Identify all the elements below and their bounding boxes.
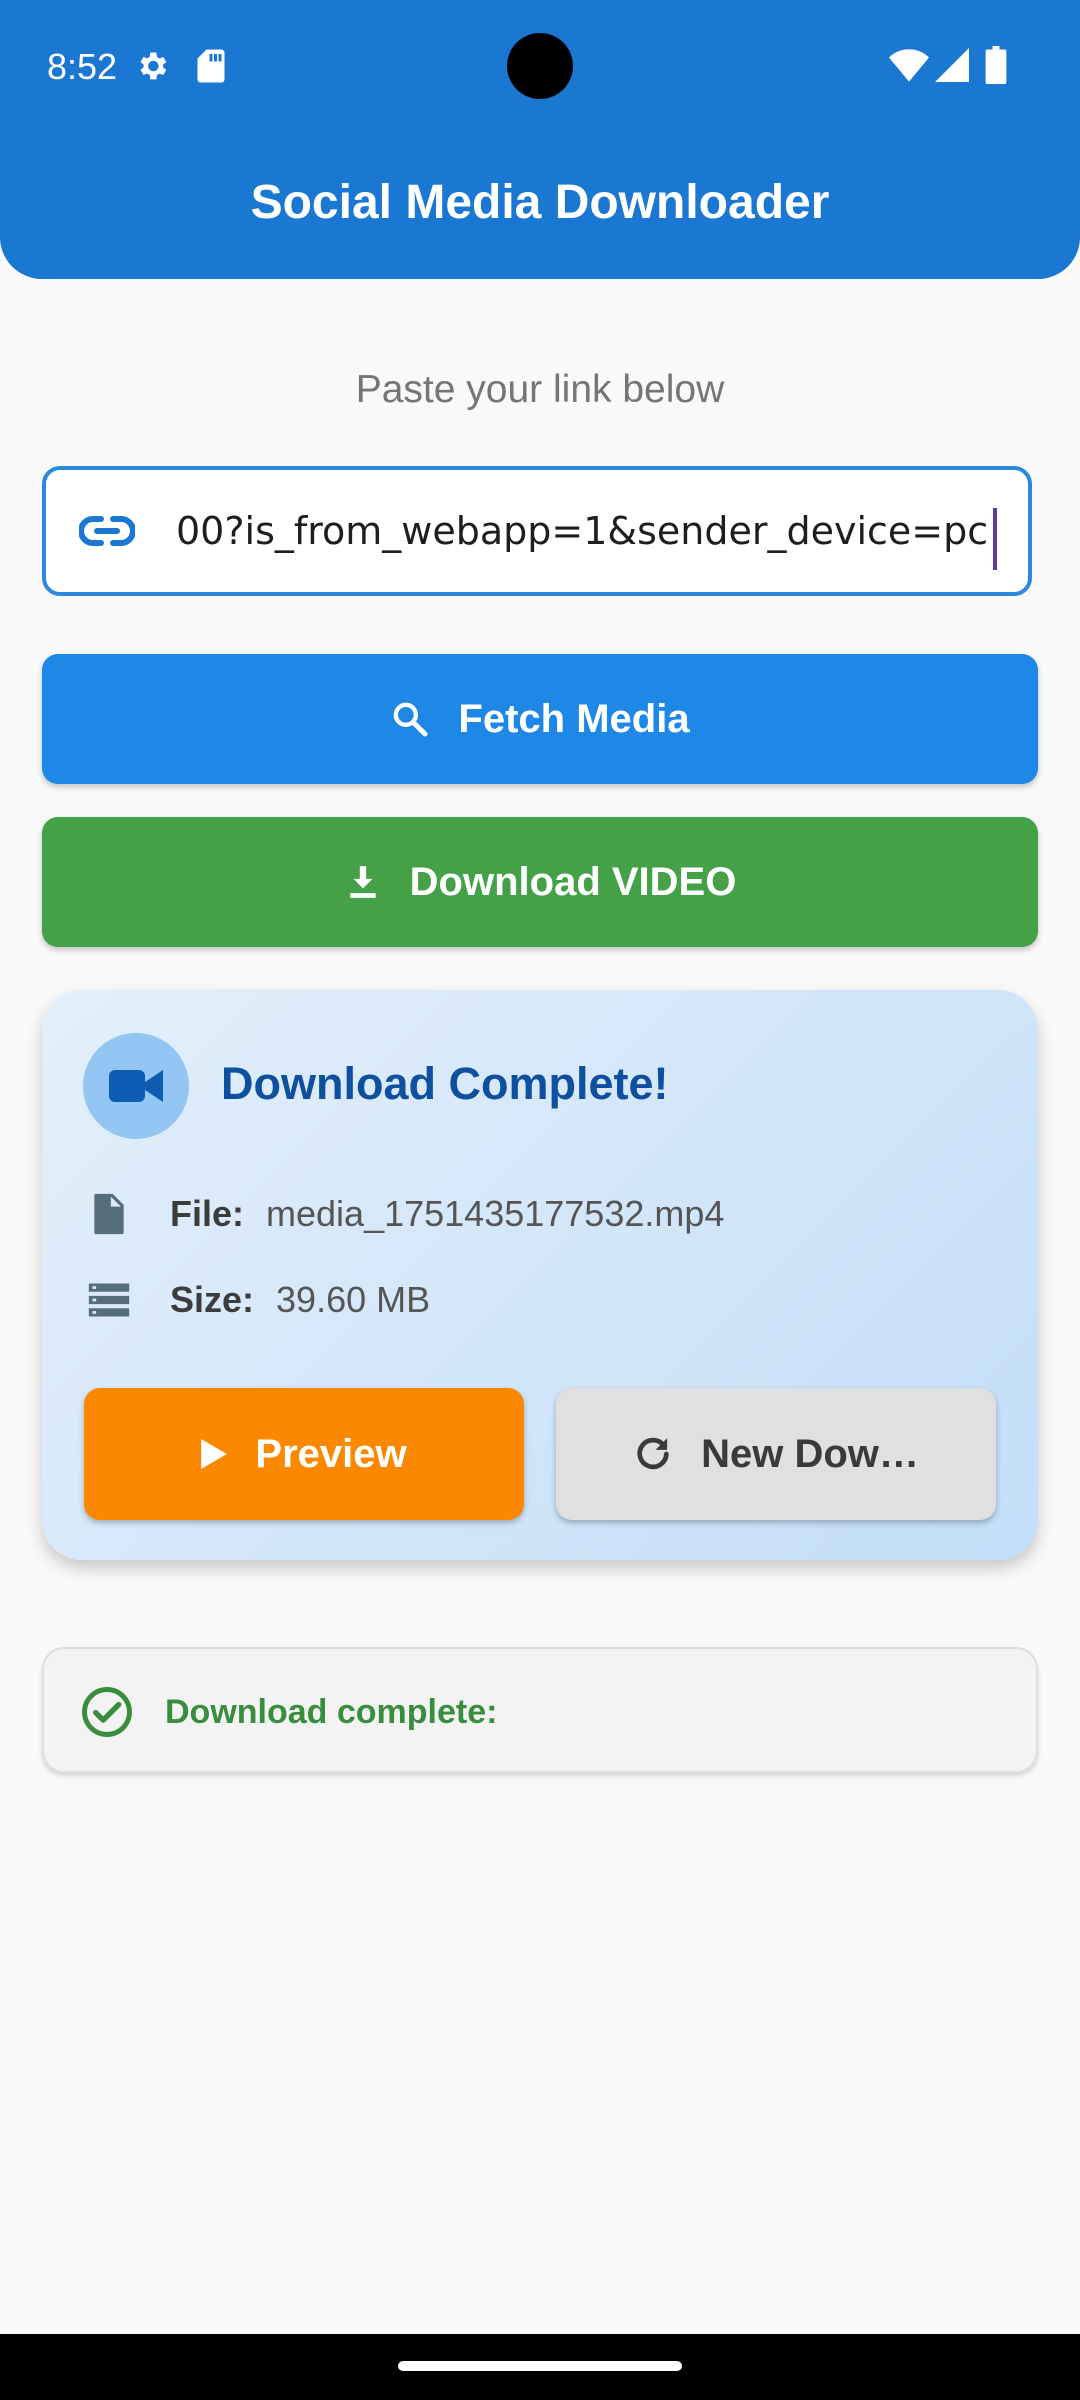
app-title: Social Media Downloader bbox=[250, 176, 830, 229]
download-icon bbox=[349, 866, 376, 898]
text-caret bbox=[993, 508, 997, 570]
check-circle-icon bbox=[82, 1687, 132, 1737]
download-result-card: Download Complete! File: media_175143517… bbox=[42, 990, 1038, 1560]
size-value: 39.60 MB bbox=[276, 1279, 431, 1320]
size-label: Size: bbox=[170, 1279, 255, 1320]
battery-icon bbox=[985, 46, 1007, 84]
preview-button[interactable]: Preview bbox=[84, 1388, 524, 1520]
gear-icon bbox=[140, 52, 167, 80]
signal-icon bbox=[935, 48, 969, 82]
new-download-button[interactable]: New Dow… bbox=[556, 1388, 996, 1520]
videocam-badge bbox=[83, 1033, 189, 1139]
status-text: Download complete: bbox=[165, 1693, 498, 1731]
url-input-box[interactable]: 00?is_from_webapp=1&sender_device=pc bbox=[42, 466, 1032, 596]
status-message: Download complete: bbox=[42, 1647, 1038, 1773]
fetch-media-button[interactable]: Fetch Media bbox=[42, 654, 1038, 784]
refresh-icon bbox=[637, 1437, 669, 1470]
file-label: File: bbox=[170, 1193, 245, 1234]
file-row: File: media_1751435177532.mp4 bbox=[87, 1192, 724, 1236]
fetch-media-label: Fetch Media bbox=[458, 696, 690, 741]
new-download-label: New Dow… bbox=[701, 1431, 919, 1476]
play-icon bbox=[201, 1439, 228, 1469]
wifi-icon bbox=[889, 49, 929, 82]
app-bar: 8:52 Social Media Downloader bbox=[0, 0, 1080, 279]
home-gesture-handle[interactable] bbox=[398, 2361, 682, 2371]
search-icon bbox=[394, 702, 428, 737]
videocam-icon bbox=[109, 1070, 163, 1102]
file-value: media_1751435177532.mp4 bbox=[266, 1193, 725, 1234]
file-icon bbox=[94, 1193, 124, 1235]
download-video-button[interactable]: Download VIDEO bbox=[42, 817, 1038, 947]
link-icon bbox=[79, 516, 135, 546]
download-video-label: Download VIDEO bbox=[409, 859, 737, 904]
paste-hint: Paste your link below bbox=[355, 368, 725, 411]
front-camera bbox=[507, 33, 573, 99]
size-row: Size: 39.60 MB bbox=[87, 1278, 430, 1322]
url-input[interactable]: 00?is_from_webapp=1&sender_device=pc bbox=[176, 470, 994, 592]
status-bar: 8:52 bbox=[0, 0, 1080, 130]
storage-icon bbox=[88, 1283, 130, 1317]
sd-card-icon bbox=[197, 49, 225, 83]
download-complete-title: Download Complete! bbox=[221, 1058, 669, 1109]
preview-label: Preview bbox=[255, 1431, 407, 1476]
url-input-value: 00?is_from_webapp=1&sender_device=pc bbox=[176, 509, 989, 553]
status-time: 8:52 bbox=[47, 46, 118, 87]
